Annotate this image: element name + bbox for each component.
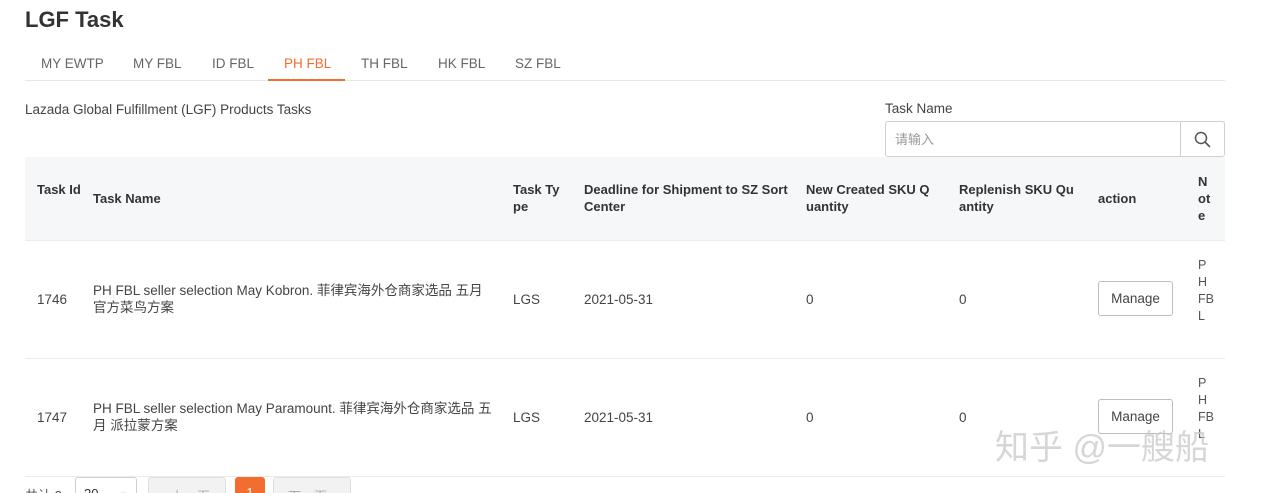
- table-header: Task Id Task Name Task Type Deadline for…: [25, 157, 1225, 241]
- table-row: 1746 PH FBL seller selection May Kobron.…: [25, 241, 1225, 359]
- prev-page-button[interactable]: ‹ 上一页: [148, 477, 226, 493]
- header-note: Note: [1198, 174, 1211, 223]
- tab-bar: MY EWTP MY FBL ID FBL PH FBL TH FBL HK F…: [25, 48, 1225, 81]
- header-new-sku-quantity: New Created SKU Quantity: [806, 182, 930, 214]
- search-button[interactable]: [1180, 122, 1224, 156]
- cell-task-id: 1747: [37, 410, 68, 425]
- manage-button[interactable]: Manage: [1098, 399, 1173, 434]
- tab-my-ewtp[interactable]: MY EWTP: [41, 56, 104, 71]
- cell-task-id: 1746: [37, 292, 68, 307]
- tab-th-fbl[interactable]: TH FBL: [361, 56, 408, 71]
- header-task-id: Task Id: [37, 182, 81, 197]
- cell-replenish-sku-quantity: 0: [959, 410, 967, 425]
- page-title: LGF Task: [25, 7, 124, 32]
- tab-ph-fbl[interactable]: PH FBL: [284, 56, 331, 71]
- section-subtitle: Lazada Global Fulfillment (LGF) Products…: [25, 102, 312, 117]
- search-input[interactable]: [886, 122, 1180, 156]
- cell-deadline: 2021-05-31: [584, 292, 654, 307]
- table-row: 1747 PH FBL seller selection May Paramou…: [25, 359, 1225, 477]
- page-size-value: 20: [84, 486, 98, 493]
- cell-deadline: 2021-05-31: [584, 410, 654, 425]
- header-replenish-sku-quantity: Replenish SKU Quantity: [959, 182, 1074, 214]
- cell-task-name: PH FBL seller selection May Kobron. 菲律宾海…: [93, 283, 483, 315]
- page-size-select[interactable]: 20 ▼: [75, 477, 137, 493]
- search-label: Task Name: [885, 101, 953, 116]
- cell-task-type: LGS: [513, 410, 541, 425]
- header-task-type: Task Type: [513, 182, 560, 214]
- header-action: action: [1098, 191, 1137, 206]
- manage-button[interactable]: Manage: [1098, 281, 1173, 316]
- search-box: [885, 121, 1225, 157]
- cell-new-sku-quantity: 0: [806, 410, 814, 425]
- tab-my-fbl[interactable]: MY FBL: [133, 56, 182, 71]
- page-number-current[interactable]: 1: [235, 477, 265, 493]
- header-task-name: Task Name: [93, 191, 161, 206]
- total-count: 共计 2: [25, 485, 62, 493]
- cell-new-sku-quantity: 0: [806, 292, 814, 307]
- tab-id-fbl[interactable]: ID FBL: [212, 56, 254, 71]
- next-page-button[interactable]: 下一页 ›: [273, 477, 351, 493]
- header-deadline: Deadline for Shipment to SZ Sort Center: [584, 182, 788, 214]
- task-table: Task Id Task Name Task Type Deadline for…: [25, 157, 1225, 477]
- cell-replenish-sku-quantity: 0: [959, 292, 967, 307]
- active-tab-indicator: [268, 79, 345, 81]
- tab-hk-fbl[interactable]: HK FBL: [438, 56, 485, 71]
- tab-sz-fbl[interactable]: SZ FBL: [515, 56, 561, 71]
- cell-task-type: LGS: [513, 292, 541, 307]
- cell-note: PHFBL: [1198, 258, 1214, 323]
- cell-task-name: PH FBL seller selection May Paramount. 菲…: [93, 401, 492, 433]
- cell-note: PHFBL: [1198, 376, 1214, 441]
- search-icon: [1194, 131, 1211, 147]
